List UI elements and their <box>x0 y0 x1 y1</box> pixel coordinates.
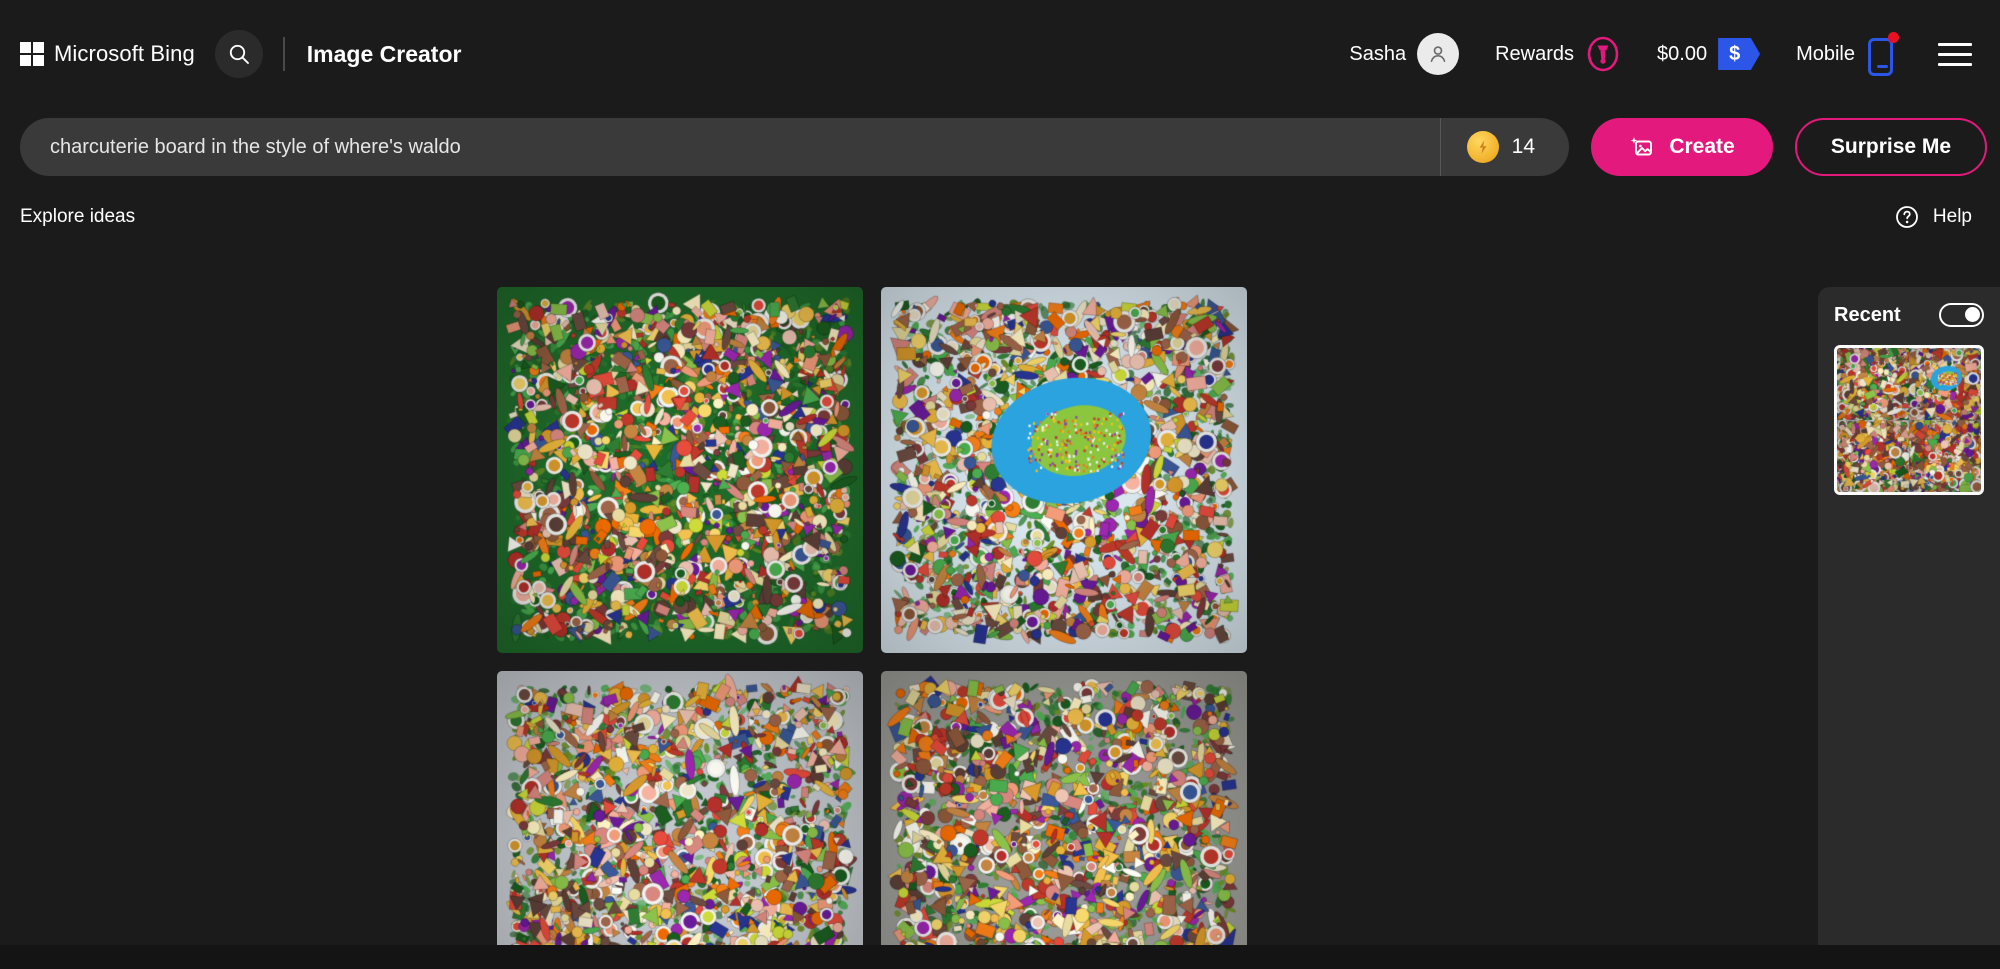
lightning-bolt-icon <box>1479 140 1487 154</box>
surprise-me-button[interactable]: Surprise Me <box>1795 118 1987 176</box>
recent-header: Recent <box>1834 303 1984 327</box>
help-button[interactable]: Help <box>1894 204 1972 230</box>
rewards-medal-icon <box>1587 36 1619 72</box>
image-sparkle-icon <box>1631 137 1653 156</box>
boost-counter[interactable]: 14 <box>1439 118 1569 176</box>
hamburger-menu-icon[interactable] <box>1938 42 1972 66</box>
create-label: Create <box>1669 135 1735 158</box>
balance-amount: $0.00 <box>1657 42 1708 65</box>
mobile-label: Mobile <box>1796 42 1855 65</box>
explore-ideas-link[interactable]: Explore ideas <box>20 206 135 228</box>
search-button[interactable] <box>214 30 263 78</box>
question-circle-icon <box>1896 206 1918 228</box>
notification-dot <box>1888 32 1899 43</box>
boost-coin-icon <box>1466 131 1499 163</box>
page-footer <box>0 945 2000 969</box>
help-label: Help <box>1932 206 1972 227</box>
header-actions: Sasha Rewards $0.00 $ Mobile <box>1313 32 1972 76</box>
avatar <box>1417 33 1460 75</box>
mobile-button[interactable]: Mobile <box>1796 32 1899 76</box>
boost-count: 14 <box>1511 135 1535 158</box>
mobile-phone-icon <box>1866 32 1899 76</box>
page-title: Image Creator <box>306 40 462 67</box>
account-name: Sasha <box>1349 42 1407 65</box>
rewards-button[interactable]: Rewards <box>1495 36 1621 72</box>
prompt-bar: 14 Create Surprise Me <box>0 108 2000 186</box>
currency-badge-icon: $ <box>1718 38 1761 70</box>
account-menu[interactable]: Sasha <box>1349 33 1460 75</box>
results-grid <box>497 287 1247 969</box>
microsoft-logo-icon <box>20 42 44 66</box>
recent-thumbnail[interactable] <box>1834 345 1984 495</box>
brand-label: Microsoft Bing <box>54 41 195 66</box>
results-stage: Recent <box>0 230 2000 969</box>
result-image-1[interactable] <box>497 287 863 653</box>
result-image-2[interactable] <box>881 287 1247 653</box>
search-icon <box>229 44 249 64</box>
recent-panel: Recent <box>1818 287 2000 969</box>
bing-brand[interactable]: Microsoft Bing <box>20 41 195 67</box>
recent-title: Recent <box>1834 303 1901 326</box>
top-header: Microsoft Bing Image Creator Sasha Rewar… <box>0 0 2000 108</box>
header-divider <box>282 37 285 71</box>
sub-header: Explore ideas Help <box>0 186 2000 230</box>
prompt-input[interactable] <box>20 135 1440 159</box>
result-image-3[interactable] <box>497 671 863 969</box>
result-image-4[interactable] <box>881 671 1247 969</box>
person-avatar-icon <box>1430 46 1446 62</box>
rewards-balance[interactable]: $0.00 $ <box>1657 38 1761 70</box>
rewards-label: Rewards <box>1495 42 1575 65</box>
recent-toggle[interactable] <box>1939 303 1984 327</box>
prompt-field[interactable]: 14 <box>20 118 1569 176</box>
create-button[interactable]: Create <box>1591 118 1773 176</box>
